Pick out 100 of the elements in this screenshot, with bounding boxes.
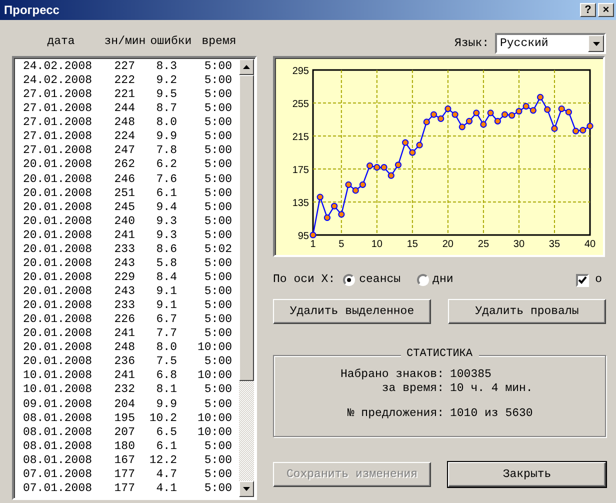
table-cell-text: 20.01.2008 xyxy=(23,327,94,342)
table-cell-text: 5:00 xyxy=(203,270,232,285)
table-cell-text: 222 xyxy=(113,74,135,88)
data-point xyxy=(551,125,558,132)
table-cell-text: 07.01.2008 xyxy=(23,482,94,496)
table-cell-text: 9.3 xyxy=(155,228,177,243)
data-point xyxy=(324,214,330,221)
stat-label: № предложения: xyxy=(346,406,444,420)
table-cell-text: 07.01.2008 xyxy=(23,468,94,482)
table-cell-text: 5:00 xyxy=(203,158,232,172)
table-cell-text: 5:00 xyxy=(203,186,232,201)
table-cell-text: 08.01.2008 xyxy=(23,426,94,440)
table-cell-text: 9.1 xyxy=(155,299,177,314)
table-cell-text: 177 xyxy=(113,468,135,482)
table-cell-text: 5:00 xyxy=(203,285,232,300)
table-cell-text: 248 xyxy=(113,116,135,130)
table-cell-text: 236 xyxy=(113,355,135,370)
radio-label[interactable]: сеансы xyxy=(359,273,401,287)
table-cell-text: 5:00 xyxy=(203,74,232,88)
data-point xyxy=(316,194,324,200)
close-button[interactable]: × xyxy=(598,3,614,17)
table-cell-text: 10.01.2008 xyxy=(23,383,94,398)
table-cell-text: 5:00 xyxy=(203,313,232,328)
table-cell-text: 6.1 xyxy=(155,440,177,454)
up-arrow-icon xyxy=(243,65,250,69)
x-tick-label: 10 xyxy=(371,239,382,250)
help-button[interactable]: ? xyxy=(580,3,596,17)
x-tick-label: 25 xyxy=(478,239,490,250)
table-cell-text: 9.3 xyxy=(155,214,177,229)
table-cell-text: 5:00 xyxy=(203,144,232,158)
table-cell-text: 6.1 xyxy=(155,186,177,201)
table-cell-text: 8.7 xyxy=(155,102,177,116)
scrollbar-thumb[interactable] xyxy=(239,75,254,381)
table-cell-text: 243 xyxy=(113,285,135,300)
table-cell-text: 195 xyxy=(113,412,135,426)
table-cell-text: 8.6 xyxy=(155,242,177,257)
table-cell-text: 7.5 xyxy=(155,355,177,370)
checkbox-label[interactable]: о xyxy=(595,273,602,287)
table-cell-text: 7.6 xyxy=(155,172,177,187)
table-cell-text: 08.01.2008 xyxy=(23,412,94,426)
stat-label: Набрано знаков: xyxy=(339,368,444,382)
data-point xyxy=(338,211,345,218)
dropdown-arrow-icon xyxy=(592,42,600,46)
radio-button[interactable] xyxy=(343,274,356,286)
table-cell-text: 5:00 xyxy=(203,454,232,468)
table-cell-text: 20.01.2008 xyxy=(23,313,94,328)
table-cell-text: 27.01.2008 xyxy=(23,130,94,144)
table-cell-text: 20.01.2008 xyxy=(23,256,94,271)
table-cell-text: 9.1 xyxy=(155,285,177,300)
window-title: Прогресс xyxy=(4,2,60,18)
table-cell-text: 08.01.2008 xyxy=(23,440,94,454)
table-cell-text: 241 xyxy=(113,228,135,243)
checkbox[interactable] xyxy=(576,274,590,286)
table-cell-text: 9.9 xyxy=(155,398,177,412)
y-tick-label: 295 xyxy=(292,66,309,77)
table-cell-text: 4.1 xyxy=(155,482,177,496)
table-cell-text: 5:00 xyxy=(203,482,232,496)
table-cell-text: 5:00 xyxy=(203,468,232,482)
y-tick-label: 215 xyxy=(292,132,309,143)
scroll-up-button[interactable] xyxy=(239,59,254,75)
table-cell-text: 8.4 xyxy=(155,270,177,285)
table-cell-text: 24.02.2008 xyxy=(23,60,94,74)
table-cell-text: 229 xyxy=(113,270,135,285)
action-button[interactable]: Удалить провалы xyxy=(448,299,606,324)
table-cell-text: 241 xyxy=(113,327,135,342)
table-cell-text: 241 xyxy=(113,369,135,384)
list-box[interactable] xyxy=(12,56,257,500)
column-header: ошибки xyxy=(149,35,193,49)
table-cell-text: 20.01.2008 xyxy=(23,214,94,229)
language-dropdown[interactable]: Русский xyxy=(495,33,606,54)
table-cell-text: 5:00 xyxy=(203,200,232,215)
action-button[interactable]: Закрыть xyxy=(448,462,606,487)
table-cell-text: 167 xyxy=(113,454,135,468)
data-point xyxy=(394,162,402,168)
table-cell-text: 5:00 xyxy=(203,256,232,271)
action-button[interactable]: Удалить выделенное xyxy=(273,299,431,324)
column-header: время xyxy=(200,35,238,49)
radio-label[interactable]: дни xyxy=(432,273,454,287)
table-cell-text: 9.2 xyxy=(155,74,177,88)
table-cell-text: 8.1 xyxy=(155,383,177,398)
table-cell-text: 240 xyxy=(113,214,135,229)
table-cell-text: 12.2 xyxy=(148,454,177,468)
table-cell-text: 27.01.2008 xyxy=(23,116,94,130)
data-point xyxy=(310,232,316,238)
table-cell-text: 20.01.2008 xyxy=(23,285,94,300)
scroll-down-button[interactable] xyxy=(239,481,254,497)
table-cell-text: 09.01.2008 xyxy=(23,398,94,412)
table-cell-text: 226 xyxy=(113,313,135,328)
radio-button[interactable] xyxy=(416,274,429,286)
table-cell-text: 10.2 xyxy=(148,412,177,426)
data-point xyxy=(544,106,551,113)
x-tick-label: 40 xyxy=(584,239,596,250)
table-cell-text: 8.3 xyxy=(155,60,177,74)
table-cell-text: 5:00 xyxy=(203,172,232,187)
down-arrow-icon xyxy=(243,487,250,491)
table-cell-text: 10.01.2008 xyxy=(23,369,94,384)
table-cell-text: 7.7 xyxy=(155,327,177,342)
table-cell-text: 6.7 xyxy=(155,313,177,328)
table-cell-text: 08.01.2008 xyxy=(23,454,94,468)
table-cell-text: 233 xyxy=(113,299,135,314)
